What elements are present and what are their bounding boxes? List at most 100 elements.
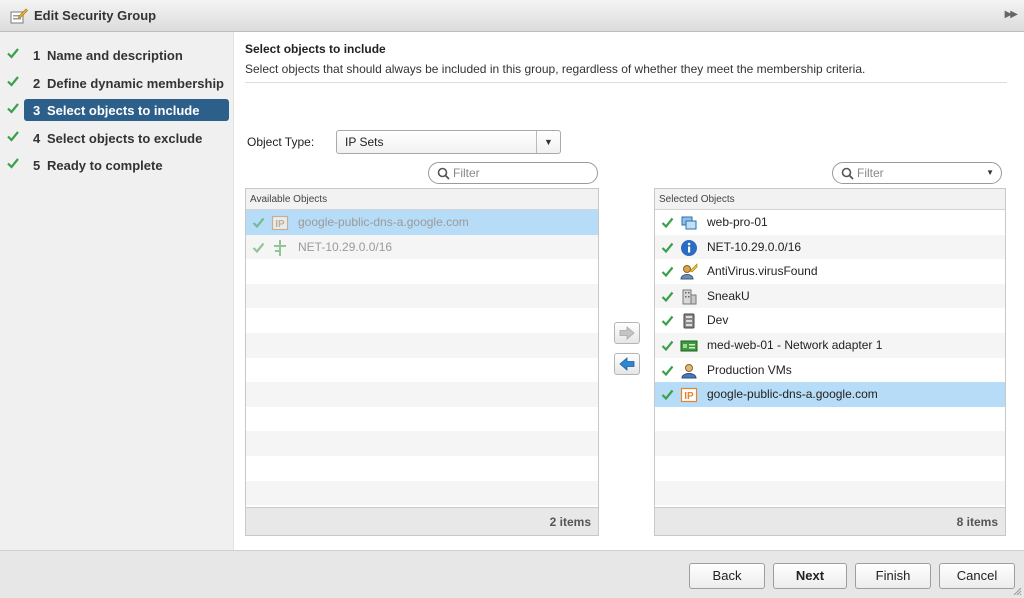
check-icon (661, 242, 674, 253)
security-tag-icon (680, 263, 698, 280)
list-item[interactable]: NET-10.29.0.0/16 (655, 234, 1005, 260)
step-select-objects-to-include[interactable]: 3 Select objects to include (7, 99, 229, 121)
network-icon (274, 239, 286, 256)
check-icon (252, 217, 265, 229)
list-item[interactable]: Production VMs (655, 358, 1005, 383)
list-item[interactable]: IP google-public-dns-a.google.com (246, 210, 598, 235)
list-item[interactable]: med-web-01 - Network adapter 1 (655, 332, 1005, 358)
list-item[interactable]: Dev (655, 308, 1005, 333)
step-label: Name and description (47, 48, 183, 63)
check-icon (7, 48, 19, 59)
divider (245, 82, 1007, 83)
move-left-button[interactable] (614, 353, 640, 375)
step-label: Define dynamic membership (47, 76, 224, 91)
dialog-title: Edit Security Group (34, 8, 157, 23)
search-icon (437, 167, 450, 180)
ip-set-icon: IP (271, 215, 289, 231)
panel-header-label: Selected Objects (659, 194, 735, 205)
list-item-label: NET-10.29.0.0/16 (298, 239, 393, 254)
check-icon (7, 103, 19, 114)
step-number: 3 (33, 103, 41, 118)
finish-button[interactable]: Finish (855, 563, 931, 589)
empty-row (655, 407, 1005, 432)
next-button[interactable]: Next (773, 563, 847, 589)
check-icon (661, 316, 674, 327)
empty-row (246, 259, 598, 284)
empty-row (246, 431, 598, 456)
search-icon (841, 167, 854, 180)
arrow-right-icon (619, 326, 635, 340)
filter-placeholder: Filter (857, 166, 884, 180)
step-ready-to-complete[interactable]: 5 Ready to complete (7, 154, 229, 176)
check-icon (252, 242, 265, 253)
list-item-label: google-public-dns-a.google.com (298, 215, 469, 229)
move-right-button[interactable] (614, 322, 640, 344)
filter-placeholder: Filter (453, 166, 480, 180)
list-item[interactable]: IP google-public-dns-a.google.com (655, 382, 1005, 407)
user-group-icon (681, 363, 697, 379)
selected-list: web-pro-01 NET-10.29.0.0/16 AntiVirus.vi… (655, 210, 1005, 506)
list-item[interactable]: SneakU (655, 283, 1005, 309)
item-count: 8 items (956, 515, 998, 529)
edit-group-icon (10, 8, 28, 24)
check-icon (661, 389, 674, 401)
step-label: Select objects to include (47, 103, 200, 118)
list-item-label: NET-10.29.0.0/16 (707, 239, 802, 254)
step-name-and-description[interactable]: 1 Name and description (7, 44, 229, 66)
title-bar: Edit Security Group ▶▶ (0, 0, 1024, 32)
info-icon (681, 239, 697, 256)
item-count: 2 items (549, 515, 591, 529)
empty-row (246, 480, 598, 506)
available-filter-input[interactable]: Filter (428, 162, 598, 184)
step-select-objects-to-exclude[interactable]: 4 Select objects to exclude (7, 127, 229, 149)
chevron-down-icon[interactable]: ▼ (986, 168, 994, 177)
arrow-left-icon (619, 357, 635, 371)
resource-pool-icon (683, 313, 695, 329)
object-type-select[interactable]: IP Sets ▼ (336, 130, 561, 154)
page-description: Select objects that should always be inc… (245, 62, 866, 76)
step-number: 2 (33, 76, 41, 91)
resize-grip-icon[interactable] (1012, 586, 1022, 596)
panel-header: Selected Objects (655, 189, 1005, 210)
panel-header: Available Objects (246, 189, 598, 210)
dropdown-arrow-icon[interactable]: ▼ (536, 131, 560, 153)
list-item[interactable]: web-pro-01 (655, 210, 1005, 235)
selected-filter-input[interactable]: Filter ▼ (832, 162, 1002, 184)
empty-row (246, 308, 598, 333)
check-icon (661, 291, 674, 302)
list-item[interactable]: AntiVirus.virusFound (655, 259, 1005, 284)
object-type-label: Object Type: (247, 135, 315, 149)
page-title: Select objects to include (245, 42, 386, 56)
step-number: 4 (33, 131, 41, 146)
panel-header-label: Available Objects (250, 194, 328, 205)
panel-footer: 8 items (655, 507, 1005, 535)
svg-text:IP: IP (684, 391, 694, 402)
list-item-label: med-web-01 - Network adapter 1 (707, 337, 883, 352)
empty-row (246, 332, 598, 358)
list-item-label: SneakU (707, 288, 750, 303)
ip-set-icon: IP (680, 388, 698, 403)
cancel-button[interactable]: Cancel (939, 563, 1015, 589)
button-bar: Back Next Finish Cancel (0, 550, 1024, 598)
expand-icon[interactable]: ▶▶ (1005, 9, 1018, 20)
step-label: Select objects to exclude (47, 131, 203, 146)
check-icon (661, 217, 674, 229)
list-item-label: google-public-dns-a.google.com (707, 387, 878, 402)
step-define-dynamic-membership[interactable]: 2 Define dynamic membership (7, 72, 229, 94)
vm-icon (681, 216, 697, 230)
empty-row (655, 480, 1005, 506)
svg-text:IP: IP (275, 219, 285, 230)
list-item[interactable]: NET-10.29.0.0/16 (246, 234, 598, 260)
list-item-label: web-pro-01 (707, 215, 768, 229)
list-item-label: AntiVirus.virusFound (707, 264, 818, 279)
empty-row (246, 407, 598, 432)
available-objects-panel: Available Objects IP google-public-dns-a… (245, 188, 599, 536)
back-button[interactable]: Back (689, 563, 765, 589)
list-item-label: Production VMs (707, 362, 792, 377)
check-icon (7, 158, 19, 169)
main-content: Select objects to include Select objects… (234, 32, 1024, 550)
check-icon (661, 365, 674, 376)
empty-row (246, 283, 598, 309)
empty-row (655, 456, 1005, 481)
empty-row (246, 358, 598, 383)
